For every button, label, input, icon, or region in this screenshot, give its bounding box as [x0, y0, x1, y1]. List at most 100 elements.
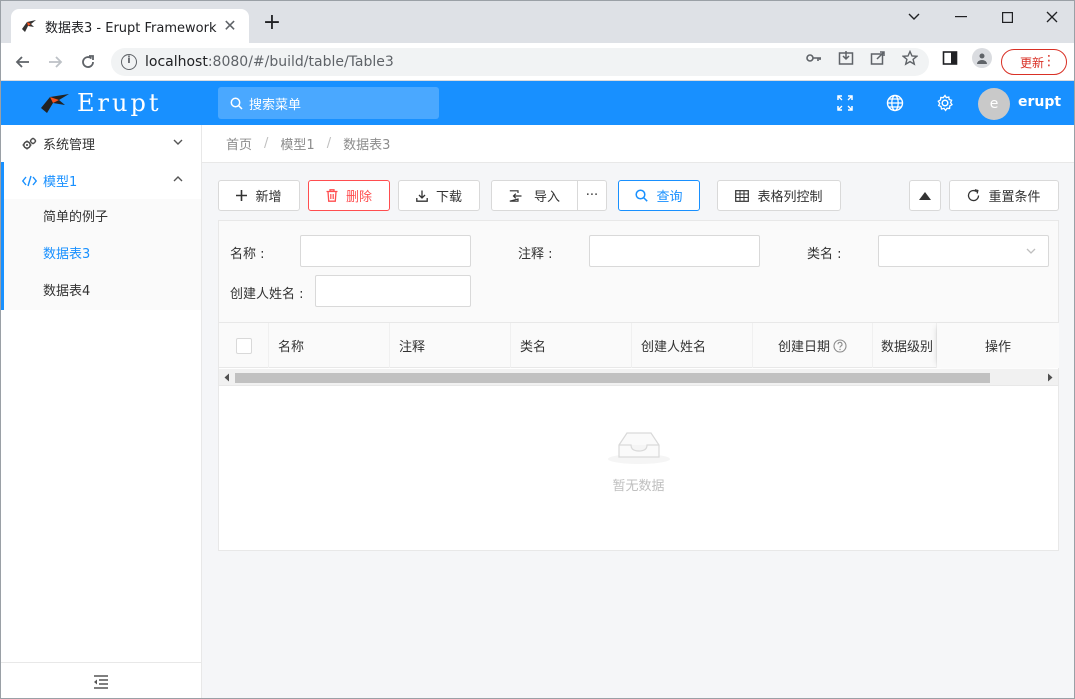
- sidebar-group-system[interactable]: 系统管理: [1, 125, 201, 162]
- search-icon: [635, 189, 649, 202]
- column-header-name[interactable]: 名称: [269, 323, 390, 368]
- chevron-down-icon: [173, 139, 183, 145]
- logo[interactable]: Erupt: [39, 89, 161, 117]
- search-form: 名称 : 注释 : 类名 : 创建人姓名 :: [218, 220, 1059, 322]
- avatar[interactable]: e: [978, 88, 1010, 120]
- browser-tab[interactable]: 数据表3 - Erupt Framework ✕: [11, 9, 249, 43]
- search-icon: [230, 97, 243, 110]
- key-icon[interactable]: [806, 50, 822, 66]
- trash-icon: [326, 189, 338, 202]
- tab-title: 数据表3 - Erupt Framework: [45, 20, 217, 36]
- profile-icon[interactable]: [972, 48, 992, 68]
- language-globe-icon[interactable]: [885, 93, 905, 113]
- maximize-icon[interactable]: [984, 1, 1030, 33]
- table-header: 名称 注释 类名 创建人姓名 创建日期 数据级别 操作: [219, 323, 1059, 368]
- sidebar-submenu: 简单的例子 数据表3 数据表4: [1, 199, 201, 310]
- forward-icon[interactable]: [43, 50, 67, 74]
- reset-conditions-button[interactable]: 重置条件: [949, 180, 1059, 211]
- sidebar-group-model1[interactable]: 模型1: [1, 162, 201, 199]
- sidebar: 系统管理 模型1 简单的例子 数据表3 数据表4: [1, 125, 202, 698]
- class-select[interactable]: [878, 235, 1049, 267]
- chevron-up-icon: [173, 176, 183, 182]
- menu-search-placeholder: 搜索菜单: [249, 97, 302, 113]
- url-path: :8080/#/build/table/Table3: [207, 54, 394, 70]
- scroll-left-icon[interactable]: [223, 373, 231, 382]
- select-all-cell: [219, 323, 269, 368]
- table-icon: [735, 189, 750, 202]
- collapse-search-button[interactable]: [909, 180, 941, 211]
- delete-button[interactable]: 删除: [308, 180, 390, 211]
- creator-label: 创建人姓名 :: [230, 287, 304, 302]
- erupt-logo-icon: [41, 94, 69, 113]
- reload-icon: [967, 189, 980, 202]
- download-icon: [416, 190, 428, 202]
- update-label: 更新: [1020, 55, 1045, 70]
- sidebar-item-simple-example[interactable]: 简单的例子: [1, 199, 201, 236]
- column-header-actions: 操作: [937, 323, 1059, 368]
- browser-tab-bar: 数据表3 - Erupt Framework ✕ +: [1, 1, 1074, 43]
- erupt-favicon-icon: [21, 18, 37, 34]
- menu-fold-icon: [94, 674, 108, 689]
- browser-menu-icon[interactable]: ⋮: [1042, 53, 1056, 69]
- scroll-right-icon[interactable]: [1046, 373, 1054, 382]
- caret-up-icon: [919, 191, 931, 200]
- select-all-checkbox[interactable]: [235, 337, 252, 354]
- question-circle-icon[interactable]: [833, 338, 847, 353]
- window-close-icon[interactable]: [1029, 1, 1074, 33]
- more-actions-button[interactable]: ···: [577, 180, 607, 211]
- scrollbar-thumb[interactable]: [235, 373, 990, 383]
- column-header-note[interactable]: 注释: [390, 323, 511, 368]
- bookmark-star-icon[interactable]: [902, 50, 918, 66]
- fullscreen-icon[interactable]: [835, 93, 855, 113]
- breadcrumb-current: 数据表3: [343, 138, 391, 153]
- tab-close-icon[interactable]: ✕: [221, 17, 239, 35]
- minimize-icon[interactable]: [938, 1, 984, 33]
- column-header-created-date[interactable]: 创建日期: [753, 323, 873, 368]
- column-header-creator[interactable]: 创建人姓名: [632, 323, 753, 368]
- sidebar-collapse-button[interactable]: [1, 662, 201, 698]
- add-button[interactable]: 新增: [218, 180, 300, 211]
- empty-state: 暂无数据: [219, 423, 1058, 494]
- plus-icon: [236, 190, 248, 201]
- query-button[interactable]: 查询: [618, 180, 700, 211]
- import-button[interactable]: 导入: [491, 180, 578, 211]
- name-label: 名称 :: [230, 247, 265, 262]
- breadcrumb: 首页 / 模型1 / 数据表3: [202, 125, 1074, 163]
- url-host: localhost: [145, 54, 208, 70]
- empty-text: 暂无数据: [612, 479, 665, 494]
- update-button[interactable]: 更新 ⋮: [1001, 49, 1067, 75]
- data-table: 名称 注释 类名 创建人姓名 创建日期 数据级别 操作 暂无数据: [218, 322, 1059, 551]
- column-header-data-level[interactable]: 数据级别: [873, 323, 937, 368]
- column-control-button[interactable]: 表格列控制: [717, 180, 841, 211]
- address-bar: i localhost:8080/#/build/table/Table3 更新…: [1, 43, 1074, 81]
- note-label: 注释 :: [518, 247, 553, 262]
- table-horizontal-scrollbar[interactable]: [219, 369, 1058, 386]
- sidebar-group-label: 系统管理: [43, 138, 96, 153]
- menu-search-input[interactable]: 搜索菜单: [218, 87, 439, 119]
- chevron-down-icon: [1026, 248, 1036, 254]
- site-info-icon[interactable]: i: [121, 54, 137, 70]
- settings-gear-icon[interactable]: [935, 93, 955, 113]
- breadcrumb-home[interactable]: 首页: [226, 134, 252, 153]
- username[interactable]: erupt: [1018, 94, 1061, 110]
- sidebar-group-label: 模型1: [43, 175, 78, 190]
- browser-window: 数据表3 - Erupt Framework ✕ + i localhost:8…: [0, 0, 1075, 699]
- name-input[interactable]: [300, 235, 471, 267]
- share-icon[interactable]: [870, 50, 886, 66]
- note-input[interactable]: [589, 235, 760, 267]
- download-button[interactable]: 下载: [398, 180, 480, 211]
- sidebar-item-table4[interactable]: 数据表4: [1, 273, 201, 310]
- tab-search-chevron-icon[interactable]: [891, 1, 937, 33]
- import-icon: [509, 189, 522, 202]
- reload-icon[interactable]: [76, 50, 100, 74]
- breadcrumb-model1[interactable]: 模型1: [280, 134, 314, 153]
- creator-input[interactable]: [315, 275, 471, 307]
- empty-inbox-icon: [607, 432, 670, 464]
- side-panel-icon[interactable]: [942, 50, 958, 66]
- back-icon[interactable]: [11, 50, 35, 74]
- column-header-class[interactable]: 类名: [511, 323, 632, 368]
- sidebar-item-table3[interactable]: 数据表3: [1, 236, 201, 273]
- new-tab-icon[interactable]: +: [261, 12, 283, 35]
- install-app-icon[interactable]: [838, 50, 854, 66]
- app-header: Erupt 搜索菜单 e erupt: [1, 81, 1074, 125]
